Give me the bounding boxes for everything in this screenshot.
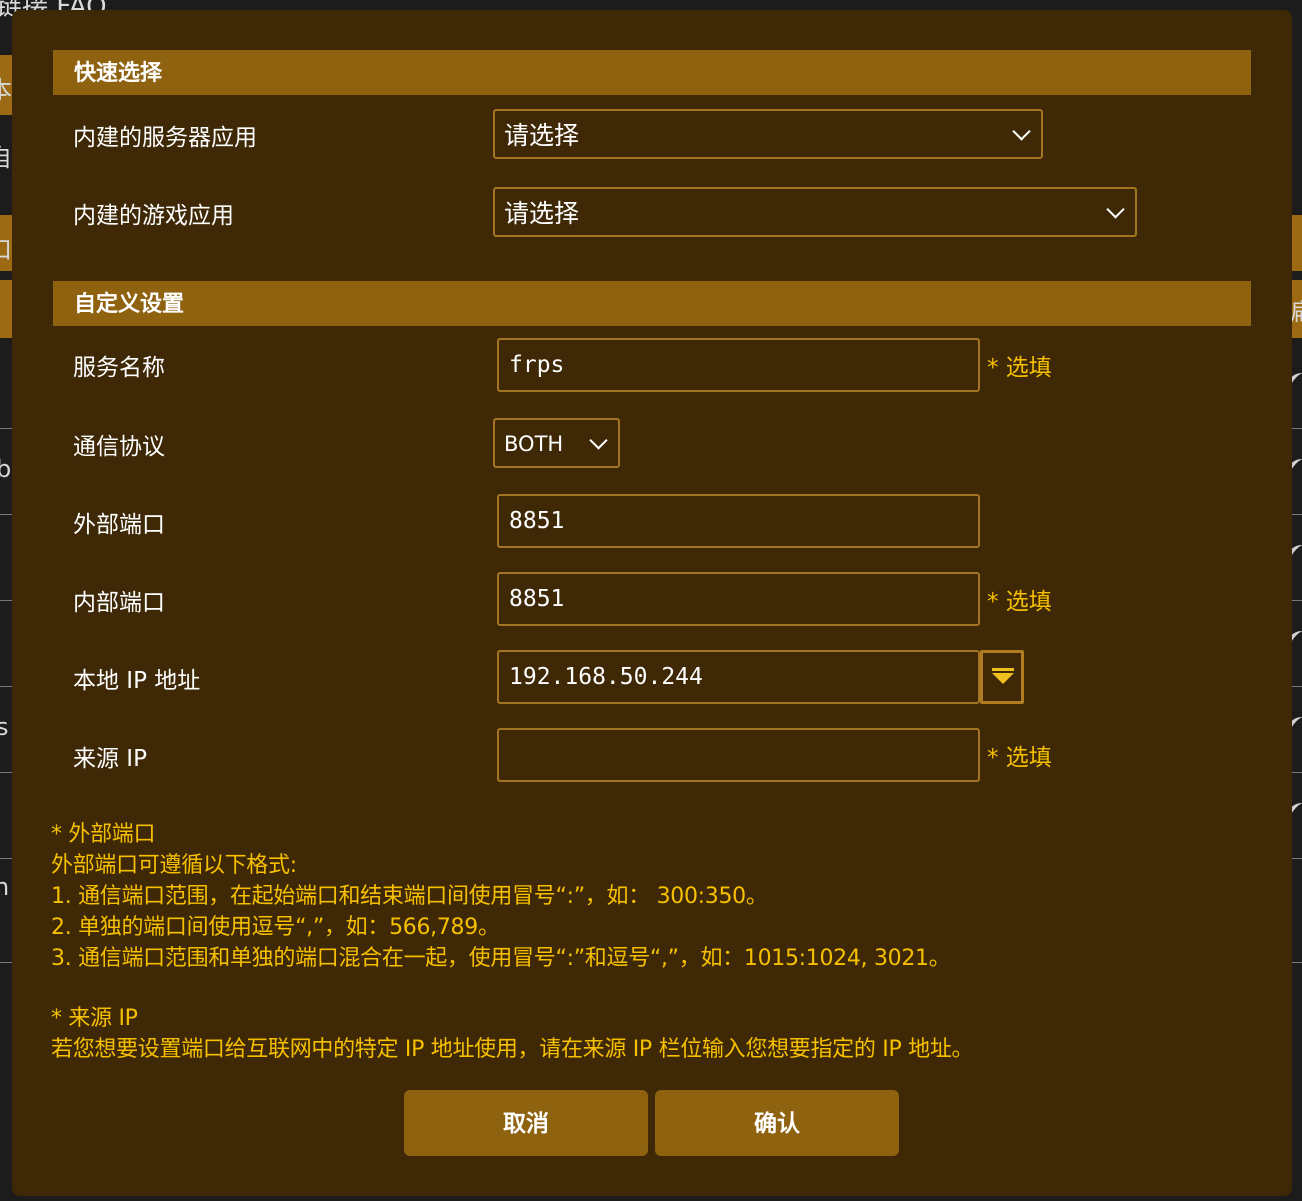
external-port-note-line: 2. 单独的端口间使用逗号“,”，如：566,789。	[51, 915, 500, 940]
bg-divider	[0, 600, 12, 601]
external-port-label: 外部端口	[73, 512, 165, 538]
bg-divider	[0, 858, 12, 859]
bg-char: 自	[0, 138, 12, 173]
internal-port-optional-note: * 选填	[987, 589, 1052, 615]
local-ip-dropdown-button[interactable]	[980, 650, 1024, 704]
bg-char: 本	[0, 70, 12, 105]
triangle-down-icon-bar	[992, 668, 1014, 671]
server-app-select[interactable]: 请选择	[493, 109, 1043, 159]
bg-divider	[0, 686, 12, 687]
cancel-button[interactable]: 取消	[404, 1090, 648, 1156]
local-ip-label: 本地 IP 地址	[73, 668, 201, 694]
external-port-note-title: * 外部端口	[51, 822, 156, 847]
service-name-input[interactable]: frps	[497, 338, 980, 392]
chevron-down-icon	[1012, 122, 1031, 141]
external-port-note-line: 3. 通信端口范围和单独的端口混合在一起，使用冒号“:”和逗号“,”，如：101…	[51, 946, 951, 971]
bg-divider	[0, 962, 12, 963]
protocol-select[interactable]: BOTH	[493, 418, 620, 468]
source-ip-optional-note: * 选填	[987, 745, 1052, 771]
external-port-input[interactable]: 8851	[497, 494, 980, 548]
external-port-note-line: 1. 通信端口范围，在起始端口和结束端口间使用冒号“:”，如： 300:350。	[51, 884, 768, 909]
game-app-select[interactable]: 请选择	[493, 187, 1137, 237]
bg-divider	[0, 514, 12, 515]
source-ip-label: 来源 IP	[73, 746, 147, 772]
quick-select-header: 快速选择	[53, 50, 1251, 95]
source-ip-note-title: * 来源 IP	[51, 1006, 138, 1031]
bg-char: 口	[0, 230, 12, 265]
confirm-button[interactable]: 确认	[655, 1090, 899, 1156]
game-app-select-value: 请选择	[504, 199, 580, 228]
bg-char: n	[0, 873, 10, 901]
external-port-note-intro: 外部端口可遵循以下格式:	[51, 853, 297, 878]
custom-settings-header: 自定义设置	[53, 281, 1251, 326]
server-app-label: 内建的服务器应用	[73, 125, 257, 151]
source-ip-note-desc: 若您想要设置端口给互联网中的特定 IP 地址使用，请在来源 IP 栏位输入您想要…	[51, 1037, 974, 1062]
source-ip-input[interactable]	[497, 728, 980, 782]
bg-divider	[0, 428, 12, 429]
bg-char: s	[0, 713, 9, 741]
port-forwarding-dialog: 快速选择 内建的服务器应用 请选择 内建的游戏应用 请选择 自定义设置 服务名称…	[12, 10, 1292, 1196]
game-app-label: 内建的游戏应用	[73, 203, 234, 229]
chevron-down-icon	[589, 431, 608, 450]
bg-char: b	[0, 455, 12, 483]
chevron-down-icon	[1106, 200, 1125, 219]
local-ip-input[interactable]: 192.168.50.244	[497, 650, 980, 704]
protocol-select-value: BOTH	[504, 432, 564, 456]
service-name-optional-note: * 选填	[987, 355, 1052, 381]
service-name-label: 服务名称	[73, 355, 165, 381]
protocol-label: 通信协议	[73, 434, 165, 460]
server-app-select-value: 请选择	[504, 121, 580, 150]
triangle-down-icon	[992, 673, 1014, 684]
internal-port-input[interactable]: 8851	[497, 572, 980, 626]
internal-port-label: 内部端口	[73, 590, 165, 616]
bg-divider	[0, 772, 12, 773]
